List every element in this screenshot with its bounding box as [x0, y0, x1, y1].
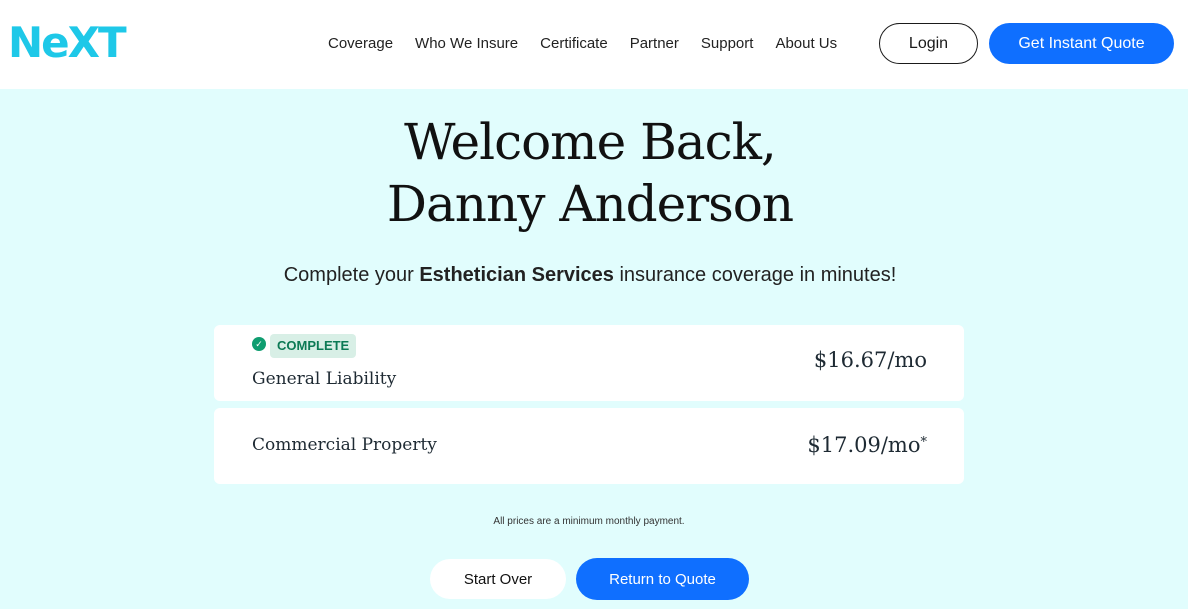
price-value: $16.67/mo: [813, 348, 927, 372]
coverage-price: $17.09/mo*: [807, 432, 927, 458]
title-line-1: Welcome Back,: [404, 113, 777, 171]
nav-item-who-we-insure[interactable]: Who We Insure: [415, 34, 518, 54]
next-logo[interactable]: NeXT: [8, 20, 127, 66]
subtitle-suffix: insurance coverage in minutes!: [613, 264, 897, 286]
subtitle-prefix: Complete your: [283, 264, 420, 286]
nav-item-certificate[interactable]: Certificate: [540, 34, 608, 54]
page-title: Welcome Back, Danny Anderson: [0, 111, 1180, 235]
nav-item-partner[interactable]: Partner: [630, 34, 679, 54]
coverage-price: $16.67/mo: [814, 347, 927, 373]
coverage-name: General Liability: [252, 369, 397, 389]
title-line-2: Danny Anderson: [386, 175, 794, 233]
status-badge: COMPLETE: [270, 334, 357, 358]
coverage-name: Commercial Property: [252, 435, 437, 455]
price-value: $17.09/mo: [807, 433, 921, 457]
coverage-card-commercial-property[interactable]: Commercial Property $17.09/mo*: [214, 408, 964, 484]
return-to-quote-button[interactable]: Return to Quote: [576, 558, 749, 600]
price-asterisk: *: [920, 435, 928, 450]
start-over-button[interactable]: Start Over: [430, 559, 566, 599]
business-type: Esthetician Services: [419, 264, 614, 286]
check-circle-icon: ✓: [252, 336, 266, 351]
nav-item-support[interactable]: Support: [701, 34, 754, 54]
nav-item-about-us[interactable]: About Us: [775, 34, 837, 54]
page-subtitle: Complete your Esthetician Services insur…: [0, 263, 1180, 287]
get-instant-quote-button[interactable]: Get Instant Quote: [989, 23, 1174, 64]
coverage-card-general-liability[interactable]: ✓ COMPLETE General Liability $16.67/mo: [214, 325, 964, 401]
nav-item-coverage[interactable]: Coverage: [328, 34, 393, 54]
main-content: Welcome Back, Danny Anderson Complete yo…: [0, 89, 1188, 609]
site-header: NeXT Coverage Who We Insure Certificate …: [0, 0, 1188, 89]
login-button[interactable]: Login: [879, 23, 978, 64]
price-note: All prices are a minimum monthly payment…: [493, 516, 685, 527]
status-row: ✓ COMPLETE: [252, 334, 357, 358]
main-nav: Coverage Who We Insure Certificate Partn…: [328, 34, 837, 54]
